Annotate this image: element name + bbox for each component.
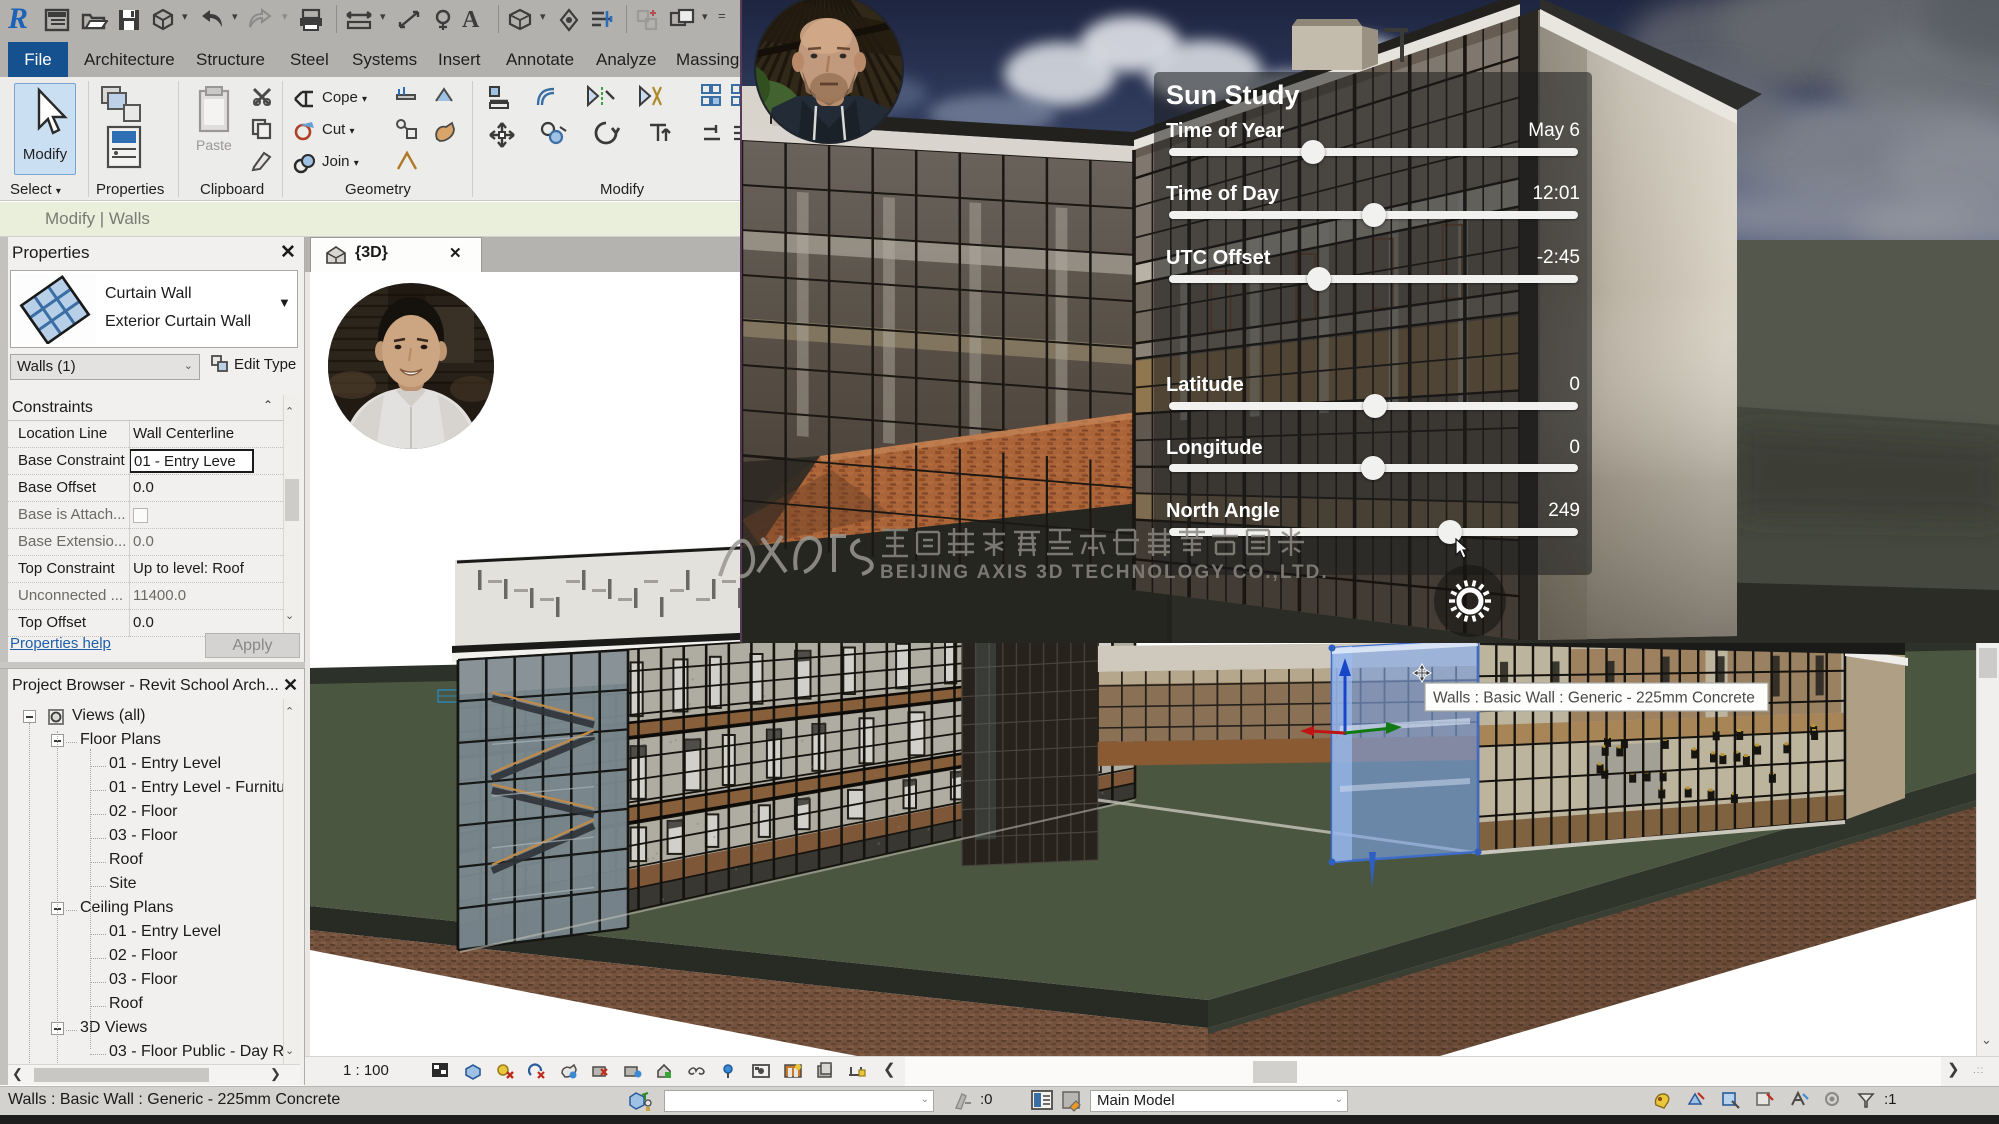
- svg-text:Walls : Basic Wall : Generic -: Walls : Basic Wall : Generic - 225mm Con…: [1433, 690, 1755, 707]
